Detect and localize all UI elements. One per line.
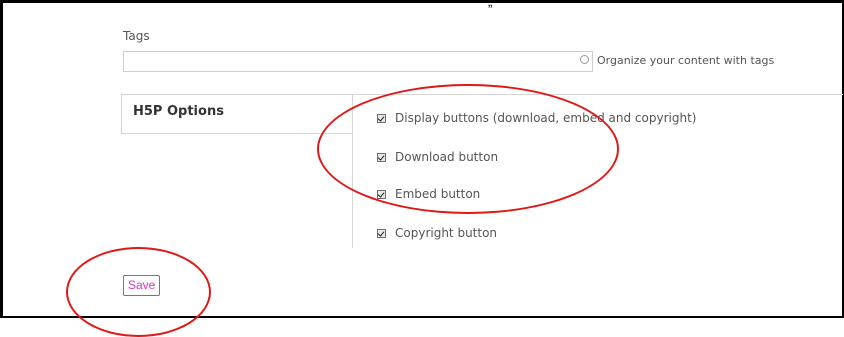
option-copyright-button-label: Copyright button [395, 226, 498, 240]
option-display-buttons[interactable]: Display buttons (download, embed and cop… [377, 110, 696, 126]
checkbox-checked-icon[interactable] [377, 113, 386, 123]
frame-border-left [0, 0, 3, 318]
checkbox-checked-icon[interactable] [377, 152, 386, 162]
option-copyright-button[interactable]: Copyright button [377, 225, 497, 241]
h5p-header-divider [121, 133, 353, 134]
option-display-buttons-label: Display buttons (download, embed and cop… [395, 111, 697, 125]
h5p-options-title: H5P Options [133, 104, 224, 119]
checkbox-checked-icon[interactable] [377, 189, 386, 199]
option-download-button[interactable]: Download button [377, 149, 498, 165]
checkbox-checked-icon[interactable] [377, 228, 386, 238]
save-button[interactable]: Save [123, 275, 161, 296]
option-embed-button-label: Embed button [395, 187, 481, 201]
tags-label: Tags [123, 29, 150, 43]
help-circle-icon [580, 55, 589, 64]
tags-help-text: Organize your content with tags [597, 54, 775, 67]
option-download-button-label: Download button [395, 150, 499, 164]
frame-border-top [0, 0, 844, 3]
top-text-fragment: „ [488, 0, 493, 9]
h5p-vertical-divider [352, 94, 353, 248]
option-embed-button[interactable]: Embed button [377, 186, 480, 202]
tags-input[interactable] [123, 51, 593, 72]
